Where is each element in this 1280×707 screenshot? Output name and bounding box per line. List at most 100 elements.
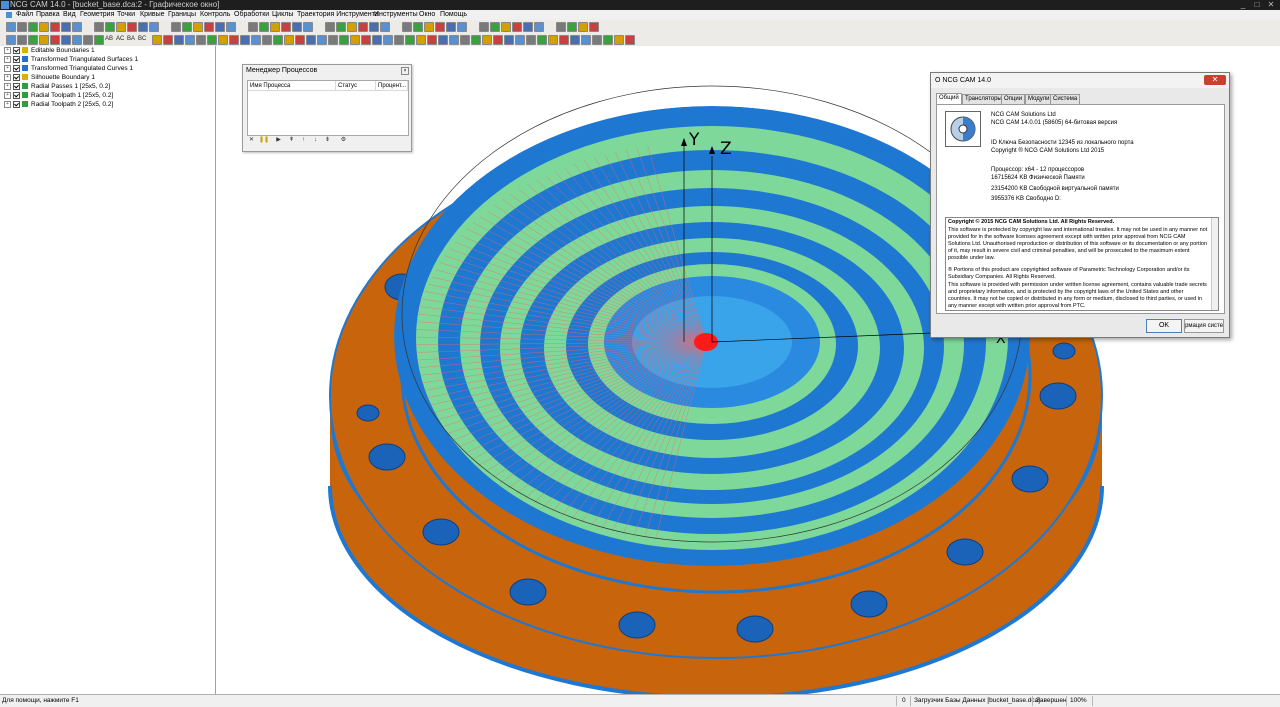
expand-icon[interactable]: + (4, 55, 11, 63)
tab-modules[interactable]: Модули (1025, 94, 1053, 104)
toolbar-tool-icon[interactable] (413, 22, 423, 32)
toolbar-tool-icon[interactable] (548, 35, 558, 45)
menu-points[interactable]: Точки (117, 10, 135, 20)
tab-options[interactable]: Опции (1001, 94, 1026, 104)
toolbar-tool-icon[interactable] (523, 22, 533, 32)
toolbar-tool-icon[interactable] (567, 22, 577, 32)
toolbar-tool-icon[interactable] (504, 35, 514, 45)
toolbar-tool-icon[interactable] (270, 22, 280, 32)
toolbar-tool-icon[interactable] (39, 22, 49, 32)
toolbar-tool-icon[interactable] (493, 35, 503, 45)
menu-curves[interactable]: Кривые (140, 10, 165, 20)
toolbar-tool-icon[interactable] (570, 35, 580, 45)
move-down-icon[interactable]: ↓ (312, 137, 319, 144)
col-percent[interactable]: Процент... (376, 81, 408, 91)
visibility-checkbox[interactable] (13, 46, 20, 54)
toolbar-tool-icon[interactable] (449, 35, 459, 45)
toolbar-tool-icon[interactable] (427, 35, 437, 45)
toolbar-tool-icon[interactable] (50, 35, 60, 45)
menu-machining[interactable]: Обработки (234, 10, 269, 20)
process-manager-header[interactable]: Менеджер Процессов (243, 65, 411, 77)
toolbar-tool-icon[interactable] (479, 22, 489, 32)
toolbar-bc[interactable]: BC (138, 34, 146, 44)
toolbar-tool-icon[interactable] (625, 35, 635, 45)
toolbar-tool-icon[interactable] (350, 35, 360, 45)
expand-icon[interactable]: + (4, 82, 11, 90)
toolbar-tool-icon[interactable] (292, 22, 302, 32)
license-text-box[interactable]: Copyright © 2015 NCG CAM Solutions Ltd. … (945, 217, 1219, 311)
toolbar-tool-icon[interactable] (559, 35, 569, 45)
toolbar-tool-icon[interactable] (325, 22, 335, 32)
col-process-name[interactable]: Имя Процесса (248, 81, 336, 91)
tree-item[interactable]: + Radial Passes 1 [25x5, 0.2] (4, 82, 110, 91)
toolbar-tool-icon[interactable] (424, 22, 434, 32)
menu-toolpath[interactable]: Траектория Инструмента (297, 10, 379, 20)
tree-item[interactable]: + Radial Toolpath 2 [25x5, 0.2] (4, 100, 113, 109)
close-icon[interactable]: ✕ (1204, 75, 1226, 85)
expand-icon[interactable]: + (4, 46, 11, 54)
toolbar-tool-icon[interactable] (174, 35, 184, 45)
about-caption[interactable]: О NCG CAM 14.0 (931, 73, 1229, 88)
toolbar-tool-icon[interactable] (17, 35, 27, 45)
toolbar-tool-icon[interactable] (50, 22, 60, 32)
tree-item[interactable]: + Silhouette Boundary 1 (4, 73, 95, 82)
toolbar-tool-icon[interactable] (347, 22, 357, 32)
pause-icon[interactable]: ❚❚ (259, 137, 269, 144)
tree-item[interactable]: + Editable Boundaries 1 (4, 46, 95, 55)
toolbar-tool-icon[interactable] (262, 35, 272, 45)
stop-icon[interactable]: ✕ (248, 137, 255, 144)
menu-cycles[interactable]: Циклы (272, 10, 293, 20)
toolbar-tool-icon[interactable] (589, 22, 599, 32)
toolbar-tool-icon[interactable] (438, 35, 448, 45)
maximize-button[interactable]: □ (1252, 0, 1262, 10)
toolbar-tool-icon[interactable] (138, 22, 148, 32)
toolbar-tool-icon[interactable] (416, 35, 426, 45)
menu-edit[interactable]: Правка (36, 10, 60, 20)
toolbar-tool-icon[interactable] (534, 22, 544, 32)
toolbar-tool-icon[interactable] (336, 22, 346, 32)
expand-icon[interactable]: + (4, 73, 11, 81)
toolbar-tool-icon[interactable] (6, 35, 16, 45)
toolbar-tool-icon[interactable] (105, 22, 115, 32)
toolbar-tool-icon[interactable] (581, 35, 591, 45)
system-info-button[interactable]: рмация систе (1184, 319, 1224, 333)
toolbar-tool-icon[interactable] (394, 35, 404, 45)
menu-window[interactable]: Окно (419, 10, 435, 20)
about-dialog[interactable]: О NCG CAM 14.0 ✕ Общий Трансляторы Опции… (930, 72, 1230, 338)
toolbar-tool-icon[interactable] (251, 35, 261, 45)
toolbar-tool-icon[interactable] (28, 35, 38, 45)
toolbar-tool-icon[interactable] (226, 22, 236, 32)
toolbar-tool-icon[interactable] (482, 35, 492, 45)
toolbar-tool-icon[interactable] (6, 22, 16, 32)
visibility-checkbox[interactable] (13, 82, 20, 90)
toolbar-tool-icon[interactable] (578, 22, 588, 32)
visibility-checkbox[interactable] (13, 73, 20, 81)
toolbar-tool-icon[interactable] (537, 35, 547, 45)
move-up-icon[interactable]: ↑ (300, 137, 307, 144)
toolbar-tool-icon[interactable] (83, 35, 93, 45)
toolbar-tool-icon[interactable] (369, 22, 379, 32)
toolbar-tool-icon[interactable] (435, 22, 445, 32)
play-icon[interactable]: ▶ (275, 137, 282, 144)
toolbar-tool-icon[interactable] (358, 22, 368, 32)
visibility-checkbox[interactable] (13, 91, 20, 99)
toolbar-tool-icon[interactable] (127, 22, 137, 32)
toolbar-tool-icon[interactable] (259, 22, 269, 32)
toolbar-tool-icon[interactable] (306, 35, 316, 45)
toolbar-tool-icon[interactable] (240, 35, 250, 45)
toolbar-tool-icon[interactable] (116, 22, 126, 32)
toolbar-tool-icon[interactable] (149, 22, 159, 32)
toolbar-tool-icon[interactable] (61, 35, 71, 45)
menu-geometry[interactable]: Геометрия (80, 10, 114, 20)
toolbar-tool-icon[interactable] (295, 35, 305, 45)
toolbar-tool-icon[interactable] (446, 22, 456, 32)
toolbar-tool-icon[interactable] (72, 22, 82, 32)
toolbar-tool-icon[interactable] (193, 22, 203, 32)
toolbar-tool-icon[interactable] (218, 35, 228, 45)
toolbar-tool-icon[interactable] (383, 35, 393, 45)
visibility-checkbox[interactable] (13, 64, 20, 72)
menu-help[interactable]: Помощь (440, 10, 467, 20)
settings-icon[interactable]: ⚙ (340, 137, 347, 144)
minimize-button[interactable]: _ (1238, 0, 1248, 10)
toolbar-ac[interactable]: AC (116, 34, 124, 44)
